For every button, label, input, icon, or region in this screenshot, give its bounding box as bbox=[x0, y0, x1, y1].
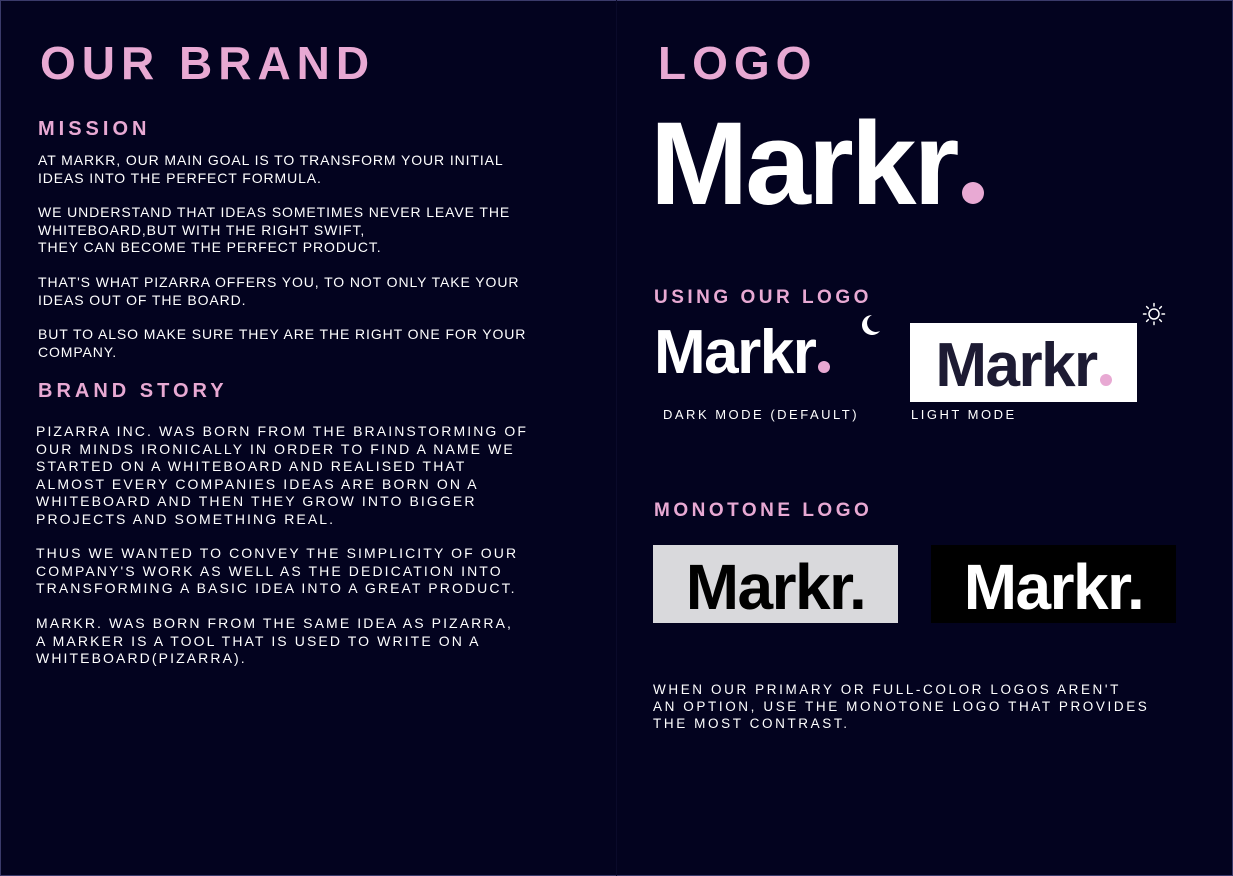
moon-icon bbox=[862, 315, 880, 335]
story-paragraph-1: PIZARRA INC. WAS BORN FROM THE BRAINSTOR… bbox=[36, 423, 529, 527]
monotone-footnote: WHEN OUR PRIMARY OR FULL-COLOR LOGOS ARE… bbox=[653, 682, 1150, 731]
mission-paragraph-4: BUT TO ALSO MAKE SURE THEY ARE THE RIGHT… bbox=[38, 326, 527, 360]
logo-title: LOGO bbox=[658, 37, 818, 89]
main-logo-wordmark: Markr bbox=[650, 98, 959, 230]
story-paragraph-3: MARKR. WAS BORN FROM THE SAME IDEA AS PI… bbox=[36, 615, 513, 666]
monotone-logo-heading: MONOTONE LOGO bbox=[654, 500, 873, 521]
dark-mode-logo-dot bbox=[818, 361, 831, 373]
sun-icon bbox=[1142, 302, 1166, 326]
brand-title: OUR BRAND bbox=[40, 37, 376, 89]
using-logo-heading: USING OUR LOGO bbox=[654, 287, 872, 308]
monotone-logo-grey: Markr. bbox=[653, 545, 898, 623]
mission-heading: MISSION bbox=[38, 118, 151, 140]
light-mode-caption: LIGHT MODE bbox=[911, 407, 1017, 422]
monotone-logo-black-wordmark: Markr. bbox=[963, 551, 1145, 623]
page-spine bbox=[616, 0, 617, 876]
mission-paragraph-2: WE UNDERSTAND THAT IDEAS SOMETIMES NEVER… bbox=[38, 204, 511, 255]
brand-story-heading: BRAND STORY bbox=[38, 380, 228, 402]
story-paragraph-2: THUS WE WANTED TO CONVEY THE SIMPLICITY … bbox=[36, 545, 519, 596]
main-logo-dot bbox=[962, 182, 985, 204]
light-mode-logo-wordmark: Markr bbox=[935, 330, 1098, 400]
mission-paragraph-1: AT MARKR, OUR MAIN GOAL IS TO TRANSFORM … bbox=[38, 152, 504, 186]
dark-mode-logo: Markr bbox=[654, 318, 831, 387]
main-logo: Markr bbox=[650, 105, 985, 223]
light-mode-logo-dot bbox=[1099, 373, 1112, 386]
monotone-logo-black: Markr. bbox=[931, 545, 1176, 623]
dark-mode-caption: DARK MODE (DEFAULT) bbox=[663, 407, 860, 422]
monotone-logo-grey-wordmark: Markr. bbox=[685, 551, 867, 623]
light-mode-logo: Markr bbox=[910, 323, 1137, 402]
mission-paragraph-3: THAT'S WHAT PIZARRA OFFERS YOU, TO NOT O… bbox=[38, 274, 520, 308]
dark-mode-logo-wordmark: Markr bbox=[654, 318, 817, 387]
